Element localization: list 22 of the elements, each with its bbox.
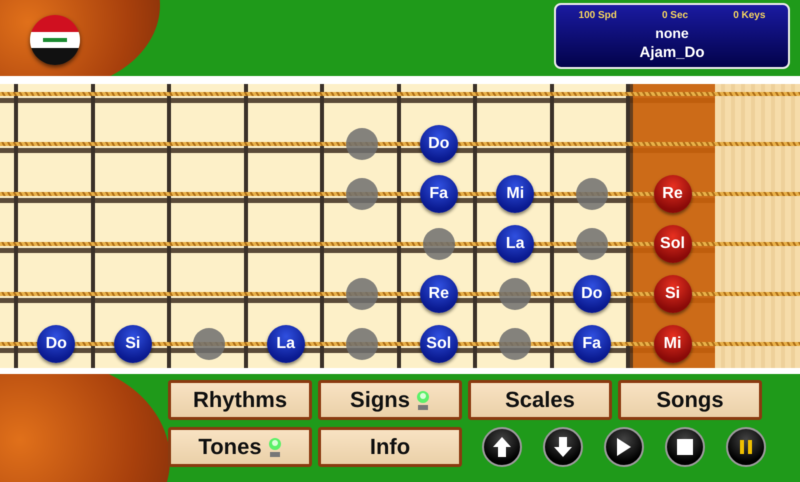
play-button[interactable]: [604, 427, 644, 467]
up-button[interactable]: [482, 427, 522, 467]
up-arrow-icon: [493, 437, 511, 457]
stat-label: 0 Keys: [733, 10, 766, 21]
scale-name: Ajam_Do: [639, 44, 705, 61]
menu-button[interactable]: Songs: [618, 380, 762, 420]
pause-button[interactable]: [726, 427, 766, 467]
stat-label: 100 Spd: [578, 10, 617, 21]
menu-button[interactable]: Tones: [168, 427, 312, 467]
menu-button[interactable]: Scales: [468, 380, 612, 420]
down-arrow-icon: [554, 437, 572, 457]
play-icon: [617, 438, 631, 456]
stat-label: 0 Sec: [662, 10, 688, 21]
menu-button[interactable]: Signs: [318, 380, 462, 420]
flag-icon[interactable]: [30, 15, 80, 65]
pause-icon: [740, 440, 752, 454]
stop-button[interactable]: [665, 427, 705, 467]
menu-button[interactable]: Rhythms: [168, 380, 312, 420]
stop-icon: [677, 439, 693, 455]
menu-button[interactable]: Info: [318, 427, 462, 467]
down-button[interactable]: [543, 427, 583, 467]
status-text: none: [655, 25, 689, 41]
